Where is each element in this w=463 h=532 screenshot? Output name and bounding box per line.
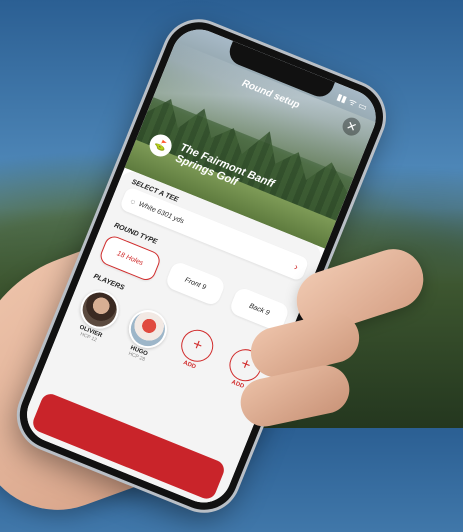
close-icon: ✕	[344, 118, 359, 135]
tee-pin-icon: ◌	[129, 196, 137, 207]
